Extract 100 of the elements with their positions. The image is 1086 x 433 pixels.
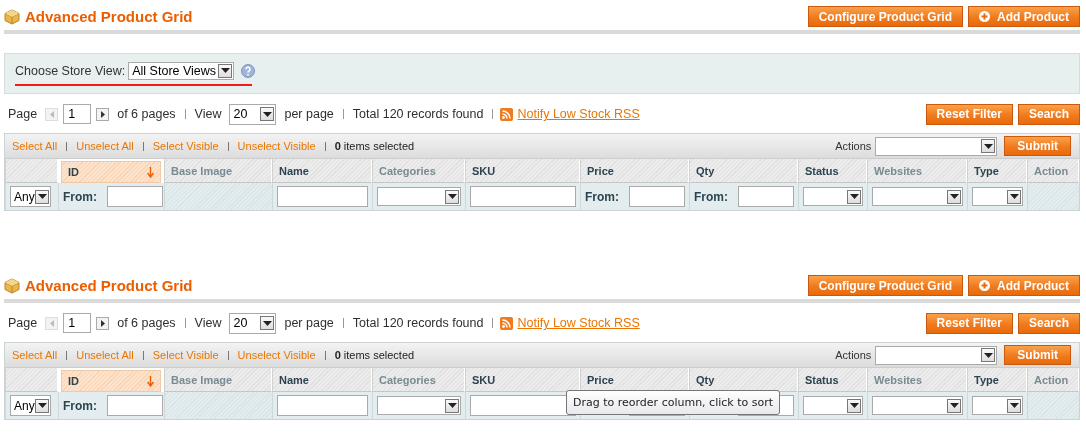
column-header[interactable]: ID [61, 370, 161, 392]
dropdown[interactable] [377, 187, 461, 206]
column-header[interactable]: Categories [372, 159, 465, 183]
page-count: of 6 pages [117, 107, 176, 121]
from-label: From: [63, 398, 97, 413]
records-count: Total 120 records found [352, 316, 484, 330]
arrow-left-icon [49, 319, 54, 327]
header-cell [5, 159, 58, 183]
range-field[interactable] [107, 186, 163, 207]
mass-link[interactable]: Select All [12, 349, 58, 361]
range-field[interactable] [629, 186, 685, 207]
column-header[interactable]: Categories [372, 368, 465, 392]
caret-icon [949, 194, 959, 199]
add-button[interactable]: Add Product [968, 275, 1080, 296]
search-button[interactable]: Search [1017, 103, 1080, 125]
dropdown[interactable] [872, 396, 963, 415]
page-input[interactable]: 1 [63, 104, 92, 124]
sort-arrow-icon [147, 375, 154, 387]
column-header[interactable]: Name [272, 368, 372, 392]
tooltip: Drag to reorder column, click to sort [566, 390, 781, 415]
dropdown[interactable]: Any [10, 186, 51, 207]
submit-button[interactable]: Submit [1004, 136, 1071, 156]
filter-field[interactable] [470, 186, 576, 207]
dropdown[interactable] [875, 345, 998, 365]
mass-link[interactable]: Unselect Visible [237, 349, 316, 361]
reset-filter-button[interactable]: Reset Filter [925, 312, 1013, 334]
rss-icon [500, 316, 514, 330]
column-header[interactable]: Type [967, 368, 1027, 392]
help-icon [241, 63, 256, 78]
caret-icon [447, 403, 457, 408]
per-page-label: per page [284, 107, 334, 121]
caret-icon [949, 403, 959, 408]
column-header[interactable]: Action [1027, 159, 1079, 183]
mass-link[interactable]: Select All [12, 140, 58, 152]
column-header[interactable]: Qty [689, 368, 798, 392]
arrow-right-icon [100, 110, 105, 118]
actions-label: Actions [835, 140, 872, 152]
column-header[interactable]: Websites [867, 368, 967, 392]
filter-field[interactable] [470, 395, 576, 416]
dropdown[interactable] [872, 187, 963, 206]
page-count: of 6 pages [117, 316, 176, 330]
dropdown[interactable]: All Store Views [128, 61, 235, 80]
filter-field[interactable] [277, 395, 368, 416]
column-header[interactable]: Action [1027, 368, 1079, 392]
mass-link[interactable]: Unselect All [76, 140, 134, 152]
records-count: Total 120 records found [352, 107, 484, 121]
configure-button[interactable]: Configure Product Grid [807, 275, 963, 296]
range-field[interactable] [107, 395, 163, 416]
add-button[interactable]: Add Product [968, 6, 1080, 27]
caret-icon [1009, 194, 1019, 199]
view-label: View [194, 316, 222, 330]
selected-count: 0 items selected [334, 140, 415, 152]
next-page-button[interactable] [96, 316, 110, 330]
pager-label: Page [8, 107, 38, 121]
column-header[interactable]: SKU [465, 368, 580, 392]
next-page-button[interactable] [96, 107, 110, 121]
column-header[interactable]: Price [580, 368, 689, 392]
column-header[interactable]: Price [580, 159, 689, 183]
column-header[interactable]: Qty [689, 159, 798, 183]
mass-link[interactable]: Select Visible [152, 349, 219, 361]
caret-icon [447, 194, 457, 199]
range-field[interactable] [738, 186, 794, 207]
view-label: View [194, 107, 222, 121]
arrow-right-icon [100, 319, 105, 327]
selected-count: 0 items selected [334, 349, 415, 361]
column-header[interactable]: Type [967, 159, 1027, 183]
column-header[interactable]: Status [798, 368, 867, 392]
mass-link[interactable]: Select Visible [152, 140, 219, 152]
mass-link[interactable]: Unselect Visible [237, 140, 316, 152]
page-input[interactable]: 1 [63, 313, 92, 333]
search-button[interactable]: Search [1017, 312, 1080, 334]
dropdown[interactable] [972, 396, 1023, 415]
plus-icon [979, 280, 990, 291]
mass-link[interactable]: Unselect All [76, 349, 134, 361]
rss-icon [500, 107, 514, 121]
caret-icon [220, 68, 230, 73]
column-header[interactable]: SKU [465, 159, 580, 183]
dropdown[interactable]: 20 [229, 103, 277, 125]
column-header[interactable]: Name [272, 159, 372, 183]
column-header[interactable]: ID [61, 161, 161, 183]
column-header[interactable]: Status [798, 159, 867, 183]
filter-field[interactable] [277, 186, 368, 207]
column-header[interactable]: Base Image [164, 368, 272, 392]
dropdown[interactable] [972, 187, 1023, 206]
dropdown[interactable] [803, 396, 863, 415]
column-header[interactable]: Websites [867, 159, 967, 183]
dropdown[interactable] [377, 396, 461, 415]
plus-icon [979, 11, 990, 22]
header-cell [5, 368, 58, 392]
dropdown[interactable]: 20 [229, 312, 277, 334]
dropdown[interactable] [875, 136, 998, 156]
submit-button[interactable]: Submit [1004, 345, 1071, 365]
rss-link[interactable]: Notify Low Stock RSS [517, 107, 640, 121]
from-label: From: [63, 189, 97, 204]
dropdown[interactable]: Any [10, 395, 51, 416]
configure-button[interactable]: Configure Product Grid [807, 6, 963, 27]
dropdown[interactable] [803, 187, 863, 206]
reset-filter-button[interactable]: Reset Filter [925, 103, 1013, 125]
column-header[interactable]: Base Image [164, 159, 272, 183]
rss-link[interactable]: Notify Low Stock RSS [517, 316, 640, 330]
